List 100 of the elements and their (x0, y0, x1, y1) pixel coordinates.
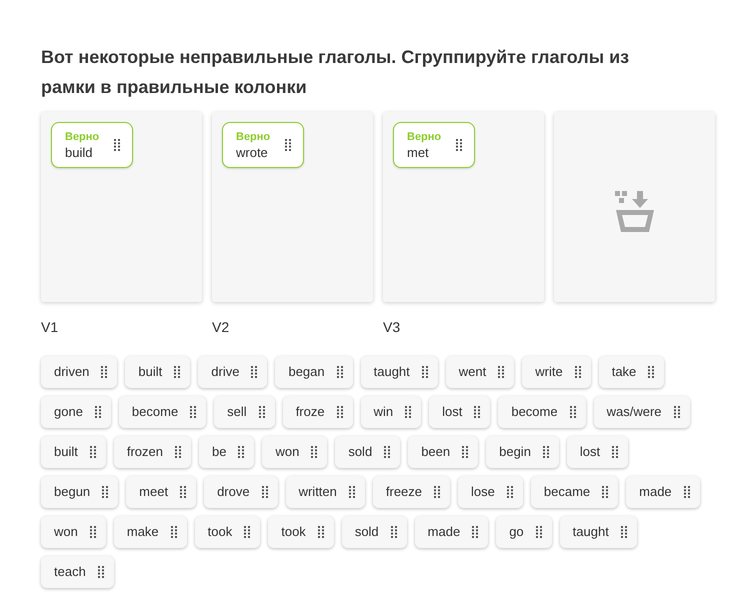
drag-handle-icon (262, 486, 268, 498)
drop-zone[interactable] (554, 112, 715, 302)
word-chip[interactable]: begun (41, 476, 118, 508)
drag-handle-icon (462, 446, 468, 458)
drag-handle-icon (336, 406, 343, 418)
word-chip[interactable]: froze (282, 396, 353, 428)
drag-handle-icon (390, 526, 397, 538)
word-chip[interactable]: been (408, 436, 478, 468)
drag-handle-icon (101, 366, 108, 378)
drag-handle-icon (684, 486, 690, 498)
drag-handle-icon (180, 486, 186, 498)
drag-handle-icon (674, 406, 680, 418)
word-chip[interactable]: lost (429, 396, 490, 428)
drag-handle-icon (574, 366, 581, 378)
drag-handle-icon (170, 526, 177, 538)
drag-handle-icon (498, 366, 504, 378)
answer-column[interactable]: Верно build (41, 112, 202, 302)
word-label: build (65, 144, 94, 160)
drag-handle-icon (542, 446, 549, 458)
drag-handle-icon (318, 526, 324, 538)
drag-handle-icon (102, 486, 108, 498)
answer-column[interactable]: Верно wrote (212, 112, 373, 302)
word-label: met (407, 144, 430, 160)
drag-handle-icon (238, 446, 244, 458)
word-chip[interactable]: began (275, 356, 353, 388)
question-text: Вот некоторые неправильные глаголы. Сгруппируйте глаголы из рамки в правильные колонки (41, 46, 630, 99)
word-chip[interactable]: become (118, 396, 206, 428)
word-chip[interactable]: take (598, 356, 664, 388)
drag-handle-icon (244, 526, 250, 538)
drag-handle-icon (612, 446, 618, 458)
column-label: V3 (383, 318, 400, 337)
drag-handle-icon (472, 526, 478, 538)
drag-handle-icon (570, 406, 576, 418)
drag-handle-icon (422, 366, 428, 378)
word-chip[interactable]: sold (342, 516, 407, 548)
drag-handle-icon (114, 139, 120, 151)
word-chip[interactable]: gone (41, 396, 111, 428)
word-chip[interactable]: drive (198, 356, 268, 388)
word-chip[interactable]: make (114, 516, 187, 548)
drag-handle-icon (474, 406, 480, 418)
answer-chip[interactable]: Верно build (51, 122, 133, 168)
word-chip[interactable]: became (530, 476, 618, 508)
word-chip[interactable]: meet (126, 476, 196, 508)
drag-handle-icon (94, 406, 101, 418)
word-chip[interactable]: begin (486, 436, 559, 468)
answer-chip[interactable]: Верно met (393, 122, 475, 168)
word-chip[interactable]: win (360, 396, 422, 428)
drag-handle-icon (348, 486, 355, 498)
drag-handle-icon (174, 366, 180, 378)
drag-handle-icon (285, 139, 291, 151)
drag-handle-icon (311, 446, 318, 458)
word-chip[interactable]: drove (204, 476, 278, 508)
word-chip[interactable]: sold (335, 436, 400, 468)
word-chip[interactable]: driven (41, 356, 118, 388)
word-chip[interactable]: written (286, 476, 365, 508)
drag-handle-icon (190, 406, 196, 418)
word-chip[interactable]: won (41, 516, 106, 548)
word-chip[interactable]: freeze (372, 476, 450, 508)
drag-handle-icon (506, 486, 513, 498)
word-chip[interactable]: built (41, 436, 106, 468)
word-chip[interactable]: built (125, 356, 190, 388)
drag-handle-icon (602, 486, 608, 498)
word-chip[interactable]: took (268, 516, 334, 548)
drag-handle-icon (536, 526, 542, 538)
drag-handle-icon (90, 446, 96, 458)
word-chip[interactable]: go (496, 516, 552, 548)
verdict-label: Верно (236, 130, 270, 144)
word-chip[interactable]: teach (41, 556, 114, 588)
word-chip[interactable]: made (626, 476, 700, 508)
drag-handle-icon (648, 366, 654, 378)
drop-basket-icon (614, 191, 654, 233)
column-label: V2 (212, 318, 230, 337)
word-chip[interactable]: made (414, 516, 488, 548)
word-chip[interactable]: went (446, 356, 514, 388)
drag-handle-icon (434, 486, 440, 498)
word-chip[interactable]: taught (560, 516, 637, 548)
word-chip[interactable]: sell (214, 396, 275, 428)
drag-handle-icon (98, 566, 104, 578)
word-chip[interactable]: won (262, 436, 328, 468)
word-chip[interactable]: frozen (114, 436, 191, 468)
answer-chip[interactable]: Верно wrote (222, 122, 304, 168)
word-chip[interactable]: lose (458, 476, 523, 508)
drag-handle-icon (620, 526, 627, 538)
answer-column[interactable]: Верно met (383, 112, 544, 302)
word-chip[interactable]: was/were (594, 396, 690, 428)
word-chip[interactable]: took (194, 516, 260, 548)
drag-handle-icon (251, 366, 258, 378)
word-chip[interactable]: write (522, 356, 591, 388)
word-chip[interactable]: taught (360, 356, 438, 388)
column-label: V1 (41, 318, 58, 337)
verdict-label: Верно (407, 130, 442, 144)
word-chip[interactable]: become (498, 396, 586, 428)
drag-handle-icon (90, 526, 96, 538)
drag-handle-icon (258, 406, 265, 418)
word-chip[interactable]: lost (566, 436, 628, 468)
word-label: wrote (236, 144, 269, 160)
drag-handle-icon (336, 366, 343, 378)
verdict-label: Верно (65, 130, 100, 144)
word-chip[interactable]: be (199, 436, 254, 468)
drag-handle-icon (175, 446, 181, 458)
